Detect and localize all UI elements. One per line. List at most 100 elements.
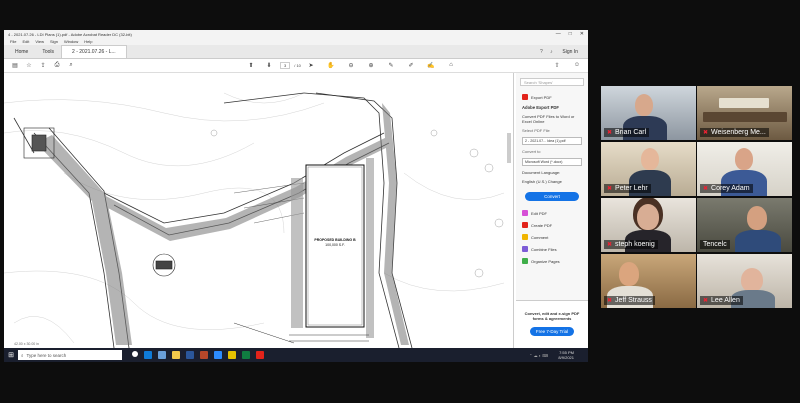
powerpoint-icon[interactable]: [200, 351, 208, 359]
comment-label: Comment: [531, 234, 549, 240]
shared-screen: 4 - 2021.07.26 - LDI Plans (1).pdf - Ado…: [4, 30, 588, 362]
document-size: 42.00 x 30.00 in: [14, 342, 39, 346]
minimize-button[interactable]: —: [556, 31, 561, 37]
window-titlebar: 4 - 2021.07.26 - LDI Plans (1).pdf - Ado…: [4, 30, 588, 38]
taskbar-clock[interactable]: 7:55 PM 8/9/2021: [558, 350, 574, 360]
participant-name: ✖ Corey Adam: [700, 184, 753, 193]
chrome-icon[interactable]: [158, 351, 166, 359]
close-button[interactable]: ✕: [580, 31, 584, 37]
tab-row: Home Tools 2 - 2021.07.26 - L... ? ♪ Sig…: [4, 45, 588, 59]
tab-tools[interactable]: Tools: [35, 47, 61, 57]
combine-files-label: Combine Files: [531, 246, 557, 252]
edge-icon[interactable]: [144, 351, 152, 359]
account-icon[interactable]: ☺: [570, 62, 584, 69]
edit-pdf-icon: [522, 210, 528, 216]
edit-pdf-tool[interactable]: Edit PDF: [516, 207, 588, 219]
menu-sign[interactable]: Sign: [50, 39, 58, 44]
organize-pages-tool[interactable]: Organize Pages: [516, 255, 588, 267]
participant-tile[interactable]: ✖ Peter Lehr: [601, 142, 696, 196]
bell-icon[interactable]: ♪: [546, 49, 556, 55]
file-explorer-icon[interactable]: [172, 351, 180, 359]
participant-tile-active-speaker[interactable]: Tencelc: [697, 198, 792, 252]
create-pdf-label: Create PDF: [531, 222, 553, 228]
export-pdf-label: Export PDF: [531, 94, 552, 100]
search-icon[interactable]: ⌕: [64, 62, 78, 69]
word-icon[interactable]: [186, 351, 194, 359]
muted-mic-icon: ✖: [607, 186, 613, 192]
pen-icon[interactable]: ✎: [384, 62, 398, 69]
zoom-in-icon[interactable]: ⊕: [364, 62, 378, 69]
selected-file-field[interactable]: 2 - 2021.07... Idea (1).pdf: [522, 137, 582, 145]
menu-help[interactable]: Help: [84, 39, 92, 44]
acrobat-icon[interactable]: [256, 351, 264, 359]
sign-in-button[interactable]: Sign In: [556, 49, 584, 55]
participant-tile[interactable]: ✖ Brian Carl: [601, 86, 696, 140]
convert-button[interactable]: Convert: [525, 192, 579, 201]
upload-icon[interactable]: ⇪: [36, 62, 50, 69]
menu-edit[interactable]: Edit: [22, 39, 29, 44]
muted-mic-icon: ✖: [607, 130, 613, 136]
tab-home[interactable]: Home: [8, 47, 35, 57]
tools-search-input[interactable]: Search 'Shapes': [520, 78, 584, 86]
cursor-icon[interactable]: ➤: [304, 62, 318, 69]
organize-pages-label: Organize Pages: [531, 258, 560, 264]
convert-to-select[interactable]: Microsoft Word (*.docx): [522, 158, 582, 166]
help-icon[interactable]: ?: [536, 49, 546, 55]
participant-name: ✖ Peter Lehr: [604, 184, 651, 193]
svg-text:100,000 S.F.: 100,000 S.F.: [325, 243, 345, 247]
organize-pages-icon: [522, 258, 528, 264]
tab-document[interactable]: 2 - 2021.07.26 - L...: [61, 45, 127, 58]
stamp-icon[interactable]: ⌂: [444, 62, 458, 69]
free-trial-button[interactable]: Free 7-Day Trial: [530, 327, 574, 336]
task-view-icon[interactable]: [132, 351, 138, 357]
next-page-icon[interactable]: ⬇: [262, 62, 276, 69]
prev-page-icon[interactable]: ⬆: [244, 62, 258, 69]
muted-mic-icon: ✖: [703, 130, 709, 136]
menu-window[interactable]: Window: [64, 39, 78, 44]
muted-mic-icon: ✖: [703, 186, 709, 192]
vertical-scrollbar[interactable]: [507, 133, 511, 163]
tools-panel: Search 'Shapes' Export PDF Adobe Export …: [516, 73, 588, 348]
export-pdf-tool[interactable]: Export PDF: [516, 91, 588, 103]
print-icon[interactable]: ⎙: [50, 62, 64, 69]
pdf-document-view[interactable]: PROPOSED BUILDING B 100,000 S.F. 42.00 x…: [4, 73, 514, 348]
highlight-icon[interactable]: ✐: [404, 62, 418, 69]
combine-files-tool[interactable]: Combine Files: [516, 243, 588, 255]
share-icon[interactable]: ⇧: [550, 62, 564, 69]
create-pdf-icon: [522, 222, 528, 228]
bookmark-star-icon[interactable]: ☆: [22, 62, 36, 69]
participant-name: Tencelc: [700, 240, 730, 249]
window-title: 4 - 2021.07.26 - LDI Plans (1).pdf - Ado…: [8, 31, 132, 37]
notes-icon[interactable]: [228, 351, 236, 359]
clock-date: 8/9/2021: [558, 355, 574, 360]
participant-tile[interactable]: ✖ Lee Allen: [697, 254, 792, 308]
menu-view[interactable]: View: [35, 39, 44, 44]
participant-tile[interactable]: ✖ steph koenig: [601, 198, 696, 252]
adobe-export-title: Adobe Export PDF: [522, 105, 559, 110]
create-pdf-tool[interactable]: Create PDF: [516, 219, 588, 231]
participant-tile[interactable]: ✖ Corey Adam: [697, 142, 792, 196]
zoom-out-icon[interactable]: ⊖: [344, 62, 358, 69]
site-plan-drawing: PROPOSED BUILDING B 100,000 S.F.: [4, 73, 513, 348]
edit-pdf-label: Edit PDF: [531, 210, 548, 216]
muted-mic-icon: ✖: [703, 298, 709, 304]
windows-start-icon[interactable]: ⊞: [4, 351, 18, 359]
menu-file[interactable]: File: [10, 39, 16, 44]
taskbar-search-input[interactable]: ⌕ Type here to search: [18, 350, 122, 360]
comment-tool[interactable]: Comment: [516, 231, 588, 243]
promo-text: Convert, edit and e-sign PDF forms & agr…: [524, 311, 580, 321]
sign-icon[interactable]: ✍: [424, 62, 438, 69]
meeting-screen: 4 - 2021.07.26 - LDI Plans (1).pdf - Ado…: [0, 0, 800, 403]
excel-icon[interactable]: [242, 351, 250, 359]
page-number-input[interactable]: 3: [280, 62, 291, 69]
participant-tile[interactable]: ✖ Weisenberg Me...: [697, 86, 792, 140]
language-value[interactable]: English (U.S.) Change: [516, 177, 588, 186]
participant-name: ✖ Weisenberg Me...: [700, 128, 769, 137]
maximize-button[interactable]: □: [569, 31, 572, 37]
hand-icon[interactable]: ✋: [324, 62, 338, 69]
participant-tile[interactable]: ✖ Jeff Strauss: [601, 254, 696, 308]
participant-name: ✖ Brian Carl: [604, 128, 650, 137]
zoom-icon[interactable]: [214, 351, 222, 359]
system-tray-icons[interactable]: ⌃ ☁ ◐ ⌨: [529, 353, 548, 358]
save-icon[interactable]: ▤: [8, 62, 22, 69]
